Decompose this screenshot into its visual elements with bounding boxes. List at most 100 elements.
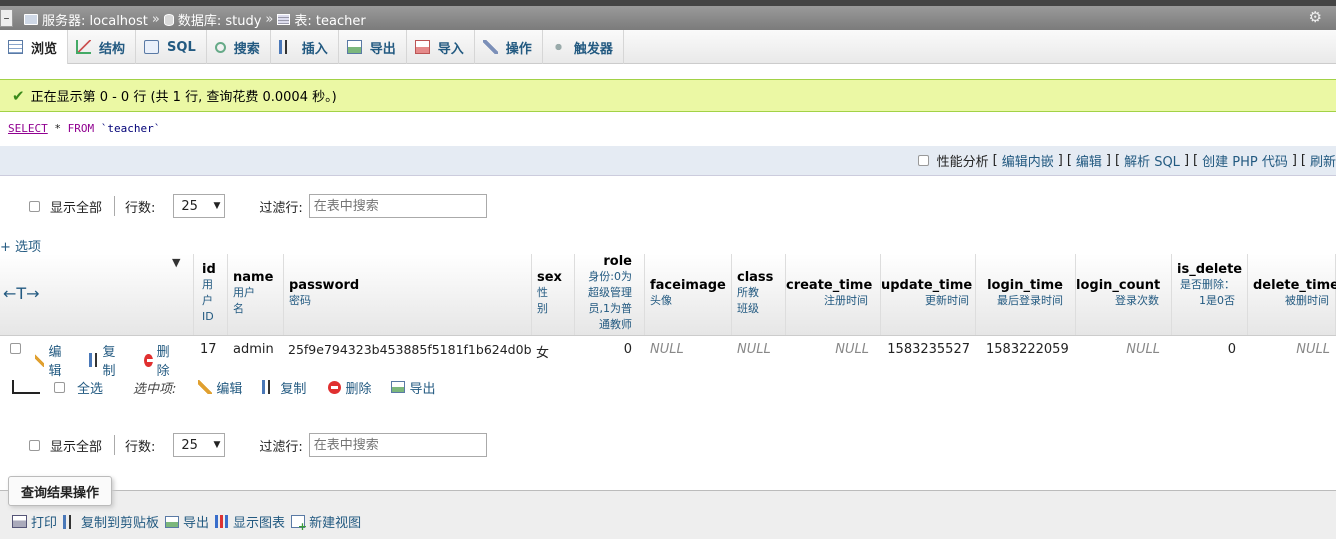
with-selected-label: 选中项: [133,381,177,397]
tab-browse[interactable]: 浏览 [0,30,69,64]
bracket-open: [ [1193,153,1199,168]
column-header-sex[interactable]: sex 性别 [532,254,575,335]
sort-arrows-icon[interactable]: ←T→ [3,284,40,303]
arrow-left-turn-icon [12,380,40,394]
profiling-checkbox[interactable] [917,155,929,166]
column-header-password[interactable]: password 密码 [284,254,532,335]
sql-keyword-select[interactable]: SELECT [8,122,48,135]
column-header-delete-time[interactable]: delete_time 被删时间 [1248,254,1336,335]
bulk-edit-button[interactable]: 编辑 [198,378,242,397]
copy-to-clipboard-link[interactable]: 复制到剪贴板 [63,512,159,531]
cell-role[interactable]: 0 [575,342,632,357]
export-results-link[interactable]: 导出 [165,512,209,531]
collapse-navigation-button[interactable]: – [0,9,13,27]
row-edit-link[interactable]: 编辑 [35,341,66,379]
bracket-open: [ [1066,153,1072,168]
row-copy-link[interactable]: 复制 [89,341,120,379]
column-header-login-time[interactable]: login_time 最后登录时间 [976,254,1076,335]
filter-rows-input[interactable] [308,194,487,218]
breadcrumb-table[interactable]: 表: teacher [294,10,365,29]
tab-sql[interactable]: SQL [136,30,207,64]
breadcrumb-database[interactable]: 数据库: study [178,10,262,29]
sql-star: * [54,122,61,135]
check-all-label[interactable]: 全选 [77,378,103,397]
cell-is-delete[interactable]: 0 [1172,342,1236,357]
refresh-link[interactable]: 刷新 [1310,151,1336,170]
column-header-update-time[interactable]: update_time 更新时间 [881,254,976,335]
column-header-faceimage[interactable]: faceimage 头像 [645,254,732,335]
sql-links-bar: 性能分析 [编辑内嵌] [编辑] [解析 SQL] [创建 PHP 代码] [刷… [0,146,1336,176]
display-chart-label: 显示图表 [233,516,286,531]
column-header-class[interactable]: class 所教班级 [732,254,786,335]
edit-inline-link[interactable]: 编辑内嵌 [1002,151,1054,170]
tab-insert[interactable]: 插入 [271,30,339,64]
show-all-checkbox[interactable] [29,200,40,212]
cell-update-time[interactable]: 1583235527 [881,342,970,357]
create-php-code-link[interactable]: 创建 PHP 代码 [1202,151,1288,170]
cell-login-time[interactable]: 1583222059 [986,342,1069,357]
column-header-is-delete[interactable]: is_delete 是否删除：1是0否 [1172,254,1248,335]
options-toggle[interactable]: + 选项 [0,236,41,255]
tab-import[interactable]: 导入 [407,30,475,64]
rows-select[interactable]: 25 ▼ [173,433,226,457]
column-header-id[interactable]: id 用户ID [194,254,228,335]
edit-sql-link[interactable]: 编辑 [1076,151,1102,170]
rows-label: 行数: [125,200,156,216]
export-icon [391,381,406,393]
column-comment: 所教班级 [737,286,759,315]
column-name: sex [537,270,562,285]
tab-triggers[interactable]: 触发器 [543,30,624,64]
bracket-close: ] [1183,153,1190,168]
bulk-export-button[interactable]: 导出 [391,378,435,397]
bulk-copy-button[interactable]: 复制 [262,378,306,397]
check-all-checkbox[interactable] [54,381,65,393]
print-link[interactable]: 打印 [12,512,57,531]
table-icon [277,14,291,25]
display-chart-link[interactable]: 显示图表 [215,512,285,531]
bracket-open: [ [1300,153,1306,168]
column-header-login-count[interactable]: login_count 登录次数 [1076,254,1172,335]
gear-icon[interactable]: ⚙ [1309,8,1322,26]
cell-create-time[interactable]: NULL [786,342,869,357]
filter-rows-input[interactable] [308,433,487,457]
column-header-name[interactable]: name 用户名 [228,254,284,335]
show-all-checkbox[interactable] [29,439,40,451]
row-delete-label: 删除 [156,345,170,379]
copy-icon [89,353,99,367]
cell-faceimage[interactable]: NULL [650,342,684,357]
bracket-close: ] [1105,153,1111,168]
bracket-close: ] [1291,153,1297,168]
triangle-down-icon[interactable]: ▼ [172,256,180,269]
column-name: delete_time [1253,278,1336,293]
options-link[interactable]: + 选项 [0,240,41,255]
explain-sql-link[interactable]: 解析 SQL [1124,151,1180,170]
export-icon [165,515,180,528]
triggers-icon [550,40,566,54]
breadcrumb-server[interactable]: 服务器: localhost [42,10,148,29]
row-delete-link[interactable]: 删除 [144,341,174,379]
cell-name[interactable]: admin [233,342,274,357]
tab-structure[interactable]: 结构 [68,30,137,64]
cell-password[interactable]: 25f9e794323b453885f5181f1b624d0b [288,342,532,357]
bulk-delete-button[interactable]: 删除 [328,378,371,397]
cell-id[interactable]: 17 [200,342,217,357]
profiling-label: 性能分析 [936,155,989,170]
pencil-icon [35,353,45,367]
cell-sex[interactable]: 女 [536,342,549,361]
breadcrumb: 服务器: localhost » 数据库: study » 表: teacher [24,10,366,29]
tab-export[interactable]: 导出 [339,30,407,64]
sql-keyword-from: FROM [67,122,95,135]
cell-class[interactable]: NULL [737,342,771,357]
column-comment: 性别 [537,286,548,315]
column-header-create-time[interactable]: create_time 注册时间 [786,254,881,335]
cell-delete-time[interactable]: NULL [1248,342,1330,357]
tab-search[interactable]: 搜索 [207,30,271,64]
create-view-link[interactable]: 新建视图 [291,512,361,533]
rows-select[interactable]: 25 ▼ [173,194,226,218]
column-header-role[interactable]: role 身份:0为超级管理员,1为普通教师 [575,254,645,335]
tab-operations[interactable]: 操作 [475,30,543,64]
row-checkbox[interactable] [10,343,21,354]
rows-select-value: 25 [181,437,198,453]
cell-login-count[interactable]: NULL [1076,342,1160,357]
rows-label: 行数: [125,439,156,455]
